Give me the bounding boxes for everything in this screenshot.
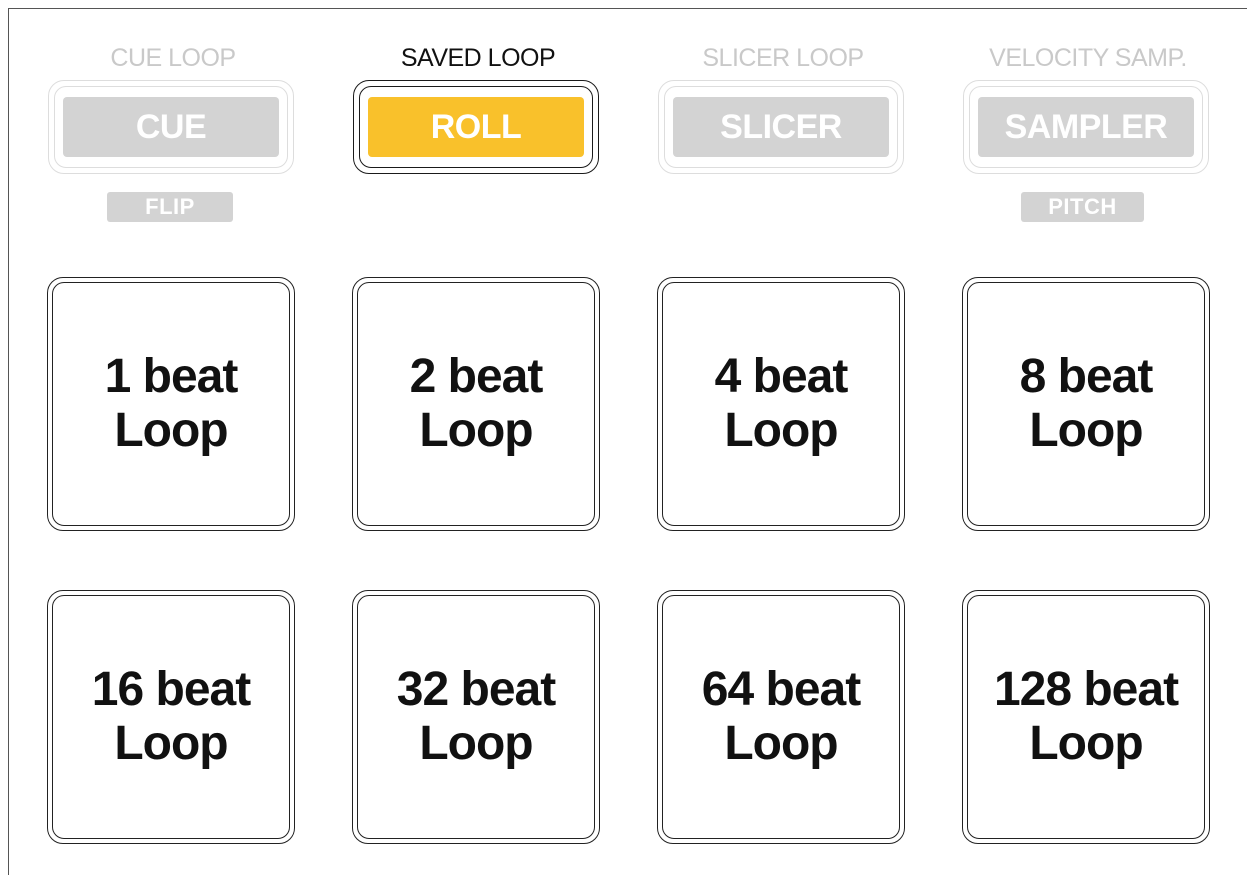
pad-7[interactable]: 64 beat Loop <box>657 590 905 844</box>
sampler-mode-button-label: SAMPLER <box>978 97 1194 157</box>
pad-6-face: 32 beat Loop <box>357 595 595 839</box>
pad-3-line1: 4 beat <box>714 350 849 403</box>
pad-1-line1: 1 beat <box>104 350 239 403</box>
pad-1-label: 1 beat Loop <box>104 350 239 458</box>
pad-7-line2: Loop <box>724 717 838 770</box>
roll-mode-button-label: ROLL <box>368 97 584 157</box>
pitch-shift-tag: PITCH <box>1021 192 1144 222</box>
roll-mode-button[interactable]: ROLL <box>353 80 599 174</box>
pad-5[interactable]: 16 beat Loop <box>47 590 295 844</box>
pad-5-label: 16 beat Loop <box>91 663 251 771</box>
pad-5-line2: Loop <box>114 717 228 770</box>
slicer-mode-button[interactable]: SLICER <box>658 80 904 174</box>
pad-2-face: 2 beat Loop <box>357 282 595 526</box>
pad-3-line2: Loop <box>724 404 838 457</box>
pad-7-label: 64 beat Loop <box>701 663 861 771</box>
slicer-mode-button-label: SLICER <box>673 97 889 157</box>
pad-4-face: 8 beat Loop <box>967 282 1205 526</box>
pad-2-line1: 2 beat <box>409 350 544 403</box>
pad-1-face: 1 beat Loop <box>52 282 290 526</box>
pad-2-label: 2 beat Loop <box>409 350 544 458</box>
pad-8-line1: 128 beat <box>993 663 1179 716</box>
pad-4-label: 8 beat Loop <box>1019 350 1154 458</box>
pad-1-line2: Loop <box>114 404 228 457</box>
cue-mode-button-label: CUE <box>63 97 279 157</box>
flip-shift-tag: FLIP <box>107 192 233 222</box>
cue-mode-button[interactable]: CUE <box>48 80 294 174</box>
mode-label-cue-loop: CUE LOOP <box>110 44 236 72</box>
pad-6-label: 32 beat Loop <box>396 663 556 771</box>
mode-label-velocity-samp: VELOCITY SAMP. <box>989 44 1187 72</box>
pad-6-line1: 32 beat <box>396 663 556 716</box>
pad-3[interactable]: 4 beat Loop <box>657 277 905 531</box>
pad-6[interactable]: 32 beat Loop <box>352 590 600 844</box>
mode-label-slicer-loop: SLICER LOOP <box>702 44 864 72</box>
pad-4[interactable]: 8 beat Loop <box>962 277 1210 531</box>
pad-5-line1: 16 beat <box>91 663 251 716</box>
pad-8-face: 128 beat Loop <box>967 595 1205 839</box>
sampler-mode-button[interactable]: SAMPLER <box>963 80 1209 174</box>
pad-3-face: 4 beat Loop <box>662 282 900 526</box>
pad-5-face: 16 beat Loop <box>52 595 290 839</box>
mode-label-saved-loop: SAVED LOOP <box>400 44 556 72</box>
pad-8[interactable]: 128 beat Loop <box>962 590 1210 844</box>
pad-4-line1: 8 beat <box>1019 350 1154 403</box>
pad-8-line2: Loop <box>1029 717 1143 770</box>
pad-8-label: 128 beat Loop <box>993 663 1179 771</box>
pad-3-label: 4 beat Loop <box>714 350 849 458</box>
pad-2-line2: Loop <box>419 404 533 457</box>
pad-4-line2: Loop <box>1029 404 1143 457</box>
pad-7-line1: 64 beat <box>701 663 861 716</box>
pad-2[interactable]: 2 beat Loop <box>352 277 600 531</box>
pad-6-line2: Loop <box>419 717 533 770</box>
pad-1[interactable]: 1 beat Loop <box>47 277 295 531</box>
pad-7-face: 64 beat Loop <box>662 595 900 839</box>
